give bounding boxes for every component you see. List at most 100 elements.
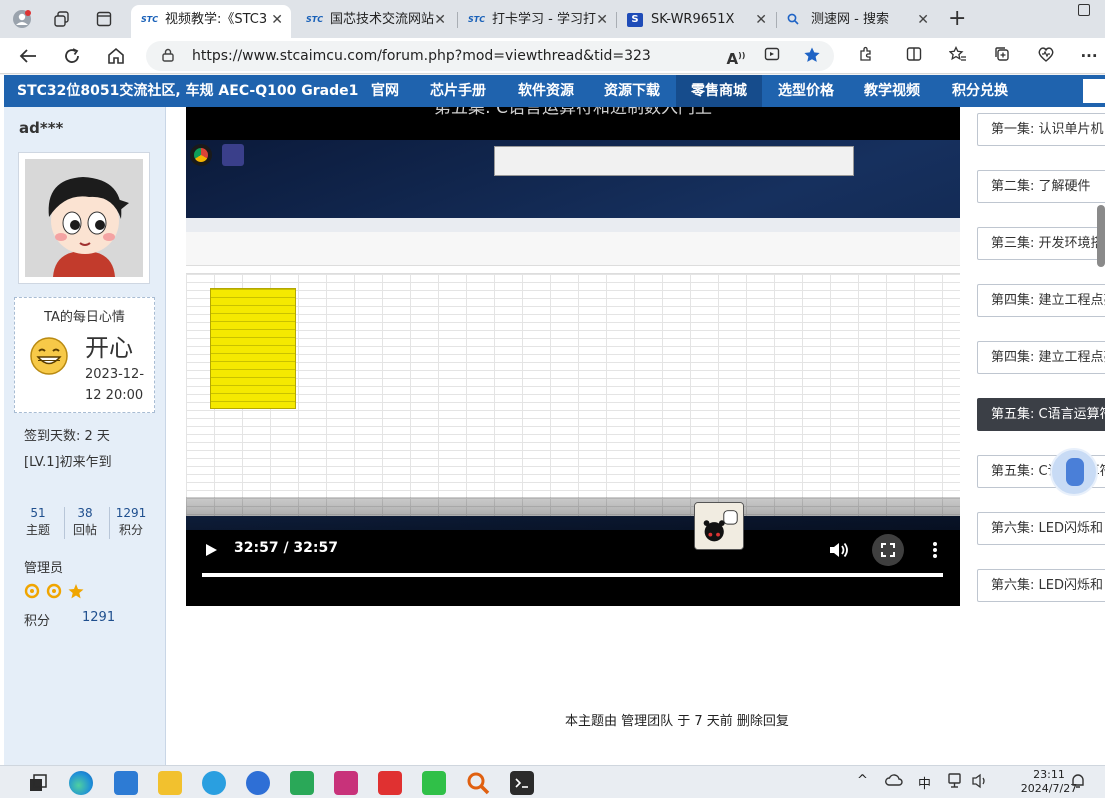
more-options-icon[interactable] bbox=[930, 540, 940, 560]
fullscreen-icon bbox=[881, 543, 895, 557]
close-icon[interactable]: ✕ bbox=[434, 5, 446, 35]
collections-icon[interactable] bbox=[991, 46, 1013, 66]
nav-teaching-video[interactable]: 教学视频 bbox=[852, 75, 932, 107]
lock-icon[interactable] bbox=[162, 48, 174, 62]
refresh-button[interactable] bbox=[58, 43, 86, 69]
episode-item[interactable]: 第一集: 认识单片机 bbox=[977, 113, 1105, 146]
episode-item[interactable]: 第四集: 建立工程点亮 bbox=[977, 341, 1105, 374]
network-icon[interactable] bbox=[948, 773, 966, 793]
spreadsheet-app-icon[interactable] bbox=[290, 771, 314, 795]
grinning-face-icon bbox=[30, 337, 68, 375]
new-tab-button[interactable]: + bbox=[948, 6, 966, 32]
favorite-star-icon[interactable] bbox=[801, 46, 823, 66]
episode-item[interactable]: 第三集: 开发环境搭建 bbox=[977, 227, 1105, 260]
close-icon[interactable]: ✕ bbox=[755, 5, 767, 35]
user-level[interactable]: [LV.1]初来乍到 bbox=[24, 451, 112, 470]
search-tool-icon[interactable] bbox=[466, 771, 490, 795]
episode-item[interactable]: 第四集: 建立工程点亮 bbox=[977, 284, 1105, 317]
nav-official-site[interactable]: 官网 bbox=[356, 75, 414, 107]
ie-icon[interactable] bbox=[202, 771, 226, 795]
spreadsheet-grid bbox=[186, 274, 960, 516]
episode-item[interactable]: 第六集: LED闪烁和 bbox=[977, 512, 1105, 545]
mood-value: 开心 bbox=[85, 334, 133, 362]
app-available-icon[interactable] bbox=[761, 46, 783, 66]
video-progress-fill bbox=[202, 573, 943, 577]
cartoon-boy-avatar-icon bbox=[25, 159, 143, 277]
highlighted-cells bbox=[210, 288, 296, 409]
notification-bell-icon[interactable] bbox=[1070, 773, 1086, 793]
volume-icon[interactable] bbox=[828, 541, 850, 559]
terminal-icon[interactable] bbox=[510, 771, 534, 795]
window-restore-button[interactable] bbox=[1078, 4, 1090, 16]
back-button[interactable] bbox=[14, 43, 42, 69]
avatar[interactable] bbox=[18, 152, 150, 284]
start-icon[interactable] bbox=[26, 771, 50, 795]
episode-item[interactable]: 第六集: LED闪烁和 bbox=[977, 569, 1105, 602]
close-icon[interactable]: ✕ bbox=[596, 5, 608, 35]
store-icon[interactable] bbox=[114, 771, 138, 795]
browser-essentials-icon[interactable] bbox=[1035, 46, 1057, 66]
read-aloud-icon[interactable]: A)) bbox=[725, 46, 747, 68]
tab-checkin[interactable]: STC 打卡学习 - 学习打 ✕ bbox=[458, 5, 616, 35]
wps-office-icon[interactable] bbox=[378, 771, 402, 795]
video-progress-bar[interactable] bbox=[202, 573, 943, 577]
episode-item-current[interactable]: 第五集: C语言运算符 bbox=[977, 398, 1105, 431]
nav-software[interactable]: 软件资源 bbox=[504, 75, 588, 107]
nav-retail-store[interactable]: 零售商城 bbox=[676, 75, 762, 107]
video-frame-desktop bbox=[186, 140, 960, 530]
moderation-note: 本主题由 管理团队 于 7 天前 删除回复 bbox=[565, 714, 789, 729]
site-navigation: STC32位8051交流社区, 车规 AEC-Q100 Grade1 官网 芯片… bbox=[4, 75, 1105, 107]
floating-assistant-button[interactable] bbox=[1050, 448, 1098, 496]
volume-tray-icon[interactable] bbox=[972, 773, 990, 793]
nav-chip-manual[interactable]: 芯片手册 bbox=[418, 75, 498, 107]
assistant-icon bbox=[1066, 458, 1084, 486]
video-time: 32:57 / 32:57 bbox=[234, 540, 338, 556]
split-screen-icon[interactable] bbox=[903, 46, 925, 66]
stc-logo-icon: STC bbox=[141, 15, 159, 24]
nav-selection-price[interactable]: 选型价格 bbox=[766, 75, 846, 107]
stc-logo-icon: STC bbox=[306, 15, 324, 24]
wireless-app-icon[interactable] bbox=[334, 771, 358, 795]
ide-window-thumbnail bbox=[494, 146, 854, 176]
episode-item[interactable]: 第二集: 了解硬件 bbox=[977, 170, 1105, 203]
wechat-icon[interactable] bbox=[422, 771, 446, 795]
tab-video-tutorial[interactable]: STC 视频教学:《STC3 ✕ bbox=[131, 5, 291, 38]
home-button[interactable] bbox=[102, 43, 130, 69]
fullscreen-button[interactable] bbox=[872, 534, 904, 566]
author-profile: ad*** TA的每日心情 开心 2023-12-12 20:00 签到天数: … bbox=[4, 107, 166, 765]
profile-icon[interactable] bbox=[8, 6, 36, 32]
episode-list: 第一集: 认识单片机 第二集: 了解硬件 第三集: 开发环境搭建 第四集: 建立… bbox=[977, 75, 1105, 765]
url-text: https://www.stcaimcu.com/forum.php?mod=v… bbox=[192, 48, 651, 64]
site-brand[interactable]: STC32位8051交流社区, 车规 AEC-Q100 Grade1 bbox=[17, 75, 358, 107]
onedrive-icon[interactable] bbox=[885, 773, 903, 791]
tab-actions-icon[interactable] bbox=[90, 6, 118, 32]
tab-router[interactable]: S SK-WR9651X ✕ bbox=[617, 5, 775, 35]
page-scrollbar[interactable] bbox=[1097, 205, 1105, 267]
author-name[interactable]: ad*** bbox=[19, 119, 63, 137]
more-menu-icon[interactable]: ··· bbox=[1078, 46, 1100, 66]
tab-speedtest-search[interactable]: 测速网 - 搜索 ✕ bbox=[777, 5, 937, 35]
daily-mood-card: TA的每日心情 开心 2023-12-12 20:00 bbox=[14, 297, 155, 413]
favorites-icon[interactable] bbox=[947, 45, 969, 66]
tab-forum[interactable]: STC 国芯技术交流网站 ✕ bbox=[296, 5, 454, 35]
score-value[interactable]: 1291 bbox=[82, 610, 115, 625]
video-player[interactable]: 第五集: C语言运算符和进制数入门上 32:57 / 32:57 bbox=[186, 107, 960, 606]
tray-chevron-icon[interactable]: ^ bbox=[857, 773, 868, 788]
stat-topics[interactable]: 51 主题 bbox=[18, 505, 58, 539]
nav-downloads[interactable]: 资源下载 bbox=[590, 75, 674, 107]
ime-indicator[interactable]: 中 bbox=[918, 773, 931, 792]
edge-icon[interactable] bbox=[69, 771, 93, 795]
close-icon[interactable]: ✕ bbox=[917, 5, 929, 35]
address-toolbar: https://www.stcaimcu.com/forum.php?mod=v… bbox=[0, 38, 1105, 74]
spreadsheet-tabs bbox=[186, 218, 960, 232]
close-icon[interactable]: ✕ bbox=[271, 5, 283, 35]
stat-points[interactable]: 1291 积分 bbox=[111, 505, 151, 539]
workspaces-icon[interactable] bbox=[48, 6, 76, 32]
search-icon bbox=[787, 13, 803, 27]
extensions-icon[interactable] bbox=[855, 46, 877, 66]
user-role[interactable]: 管理员 bbox=[24, 557, 63, 576]
file-explorer-icon[interactable] bbox=[158, 771, 182, 795]
stat-replies[interactable]: 38 回帖 bbox=[65, 505, 105, 539]
lenovo-manager-icon[interactable] bbox=[246, 771, 270, 795]
play-icon[interactable] bbox=[204, 543, 218, 557]
